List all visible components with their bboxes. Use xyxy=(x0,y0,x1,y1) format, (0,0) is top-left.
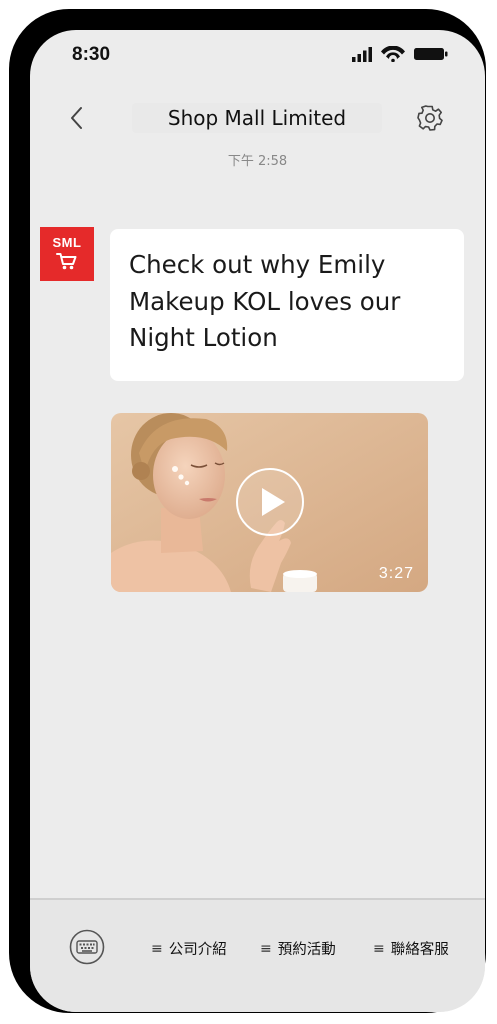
signal-icon xyxy=(352,47,372,62)
video-duration: 3:27 xyxy=(378,565,414,582)
menu-lines-icon: ≡ xyxy=(151,940,163,957)
message-line: Night Lotion xyxy=(129,323,278,352)
message-line: Check out why Emily xyxy=(129,250,386,279)
page-title: Shop Mall Limited xyxy=(132,103,382,133)
keyboard-icon xyxy=(69,929,105,965)
avatar-text: SML xyxy=(52,235,82,250)
play-icon[interactable] xyxy=(235,467,305,537)
chevron-left-icon xyxy=(71,107,82,129)
keyboard-toggle-button[interactable] xyxy=(69,929,105,965)
back-button[interactable] xyxy=(66,104,90,132)
menu-lines-icon: ≡ xyxy=(373,940,385,957)
gear-icon xyxy=(417,105,443,131)
shopping-cart-icon xyxy=(56,253,77,270)
menu-item-book-event[interactable]: ≡ 預約活動 xyxy=(260,938,336,959)
wifi-icon xyxy=(381,46,405,62)
page-title-text: Shop Mall Limited xyxy=(167,106,347,130)
sender-avatar[interactable]: SML xyxy=(40,227,94,281)
message-bubble: Check out why Emily Makeup KOL loves our… xyxy=(110,229,464,381)
battery-icon xyxy=(414,48,448,60)
menu-item-company-intro[interactable]: ≡ 公司介紹 xyxy=(151,938,227,959)
status-time: 8:30 xyxy=(72,44,111,65)
message-timestamp: 下午 2:58 xyxy=(227,154,288,169)
message-line: Makeup KOL loves our xyxy=(129,286,401,316)
status-icons xyxy=(352,46,448,62)
menu-item-label: 預約活動 xyxy=(277,942,336,958)
settings-button[interactable] xyxy=(416,104,444,132)
menu-item-label: 聯絡客服 xyxy=(390,942,449,958)
bottom-menu-bar: ≡ 公司介紹 ≡ 預約活動 ≡ 聯絡客服 xyxy=(30,898,485,1012)
video-message[interactable]: 3:27 xyxy=(111,413,428,592)
menu-item-contact-support[interactable]: ≡ 聯絡客服 xyxy=(373,938,449,959)
phone-frame: 8:30 Shop Mall Limited 下午 2:58 SML Check… xyxy=(9,9,486,1013)
menu-lines-icon: ≡ xyxy=(260,940,272,957)
app-screen: 8:30 Shop Mall Limited 下午 2:58 SML Check… xyxy=(30,30,485,1012)
menu-item-label: 公司介紹 xyxy=(168,942,227,958)
